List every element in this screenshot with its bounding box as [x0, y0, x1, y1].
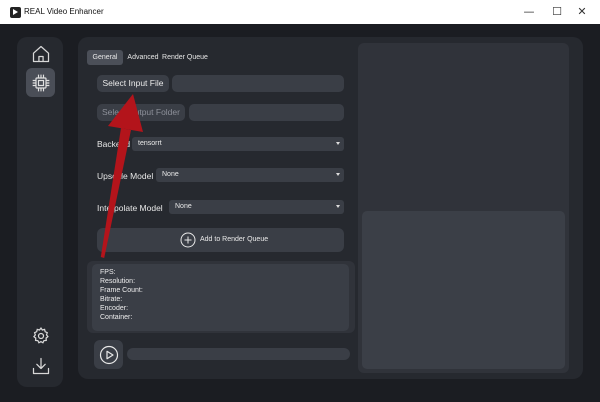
processing-button[interactable] [26, 68, 55, 97]
download-icon [32, 357, 49, 374]
frame-count-info: Frame Count: [100, 287, 143, 294]
bitrate-info: Bitrate: [100, 296, 123, 303]
encoder-info: Encoder: [100, 305, 129, 312]
home-icon [32, 45, 49, 62]
home-button[interactable] [26, 39, 55, 68]
tab-render-queue[interactable]: Render Queue [162, 50, 208, 65]
preview-area [362, 47, 565, 205]
input-file-path-field[interactable] [172, 75, 344, 92]
add-to-render-queue-button[interactable]: Add to Render Queue [97, 228, 344, 252]
minimize-button[interactable]: — [518, 3, 540, 21]
download-button[interactable] [26, 351, 55, 380]
container-info: Container: [100, 314, 133, 321]
start-render-button[interactable] [94, 340, 123, 369]
output-folder-path-field[interactable] [189, 104, 344, 121]
tab-general[interactable]: General [87, 50, 123, 65]
select-output-folder-button[interactable]: Select Output Folder [97, 104, 185, 121]
render-progress-bar [127, 348, 350, 360]
backend-value: tensorrt [138, 140, 162, 147]
select-input-file-button[interactable]: Select Input File [97, 75, 169, 92]
fps-info: FPS: [100, 269, 116, 276]
chevron-down-icon [336, 173, 340, 176]
upscale-model-label: Upscale Model [97, 171, 154, 181]
play-icon [99, 345, 118, 364]
maximize-button[interactable]: ☐ [546, 3, 568, 21]
processor-icon [32, 74, 49, 91]
close-button[interactable]: ✕ [571, 3, 593, 21]
add-to-render-queue-label: Add to Render Queue [200, 236, 269, 243]
upscale-model-select[interactable]: None [156, 168, 344, 182]
window-title: REAL Video Enhancer [24, 7, 104, 16]
chevron-down-icon [336, 205, 340, 208]
settings-button[interactable] [26, 321, 55, 350]
chevron-down-icon [336, 142, 340, 145]
backend-select[interactable]: tensorrt [132, 137, 344, 151]
upscale-model-value: None [162, 171, 179, 178]
app-logo-icon [10, 7, 21, 18]
interpolate-model-value: None [175, 203, 192, 210]
resolution-info: Resolution: [100, 278, 136, 285]
backend-label: Backend [97, 139, 131, 149]
interpolate-model-select[interactable]: None [169, 200, 344, 214]
plus-circle-icon [180, 232, 196, 248]
preview-image [362, 211, 565, 369]
gear-icon [32, 326, 49, 344]
tab-advanced[interactable]: Advanced [126, 50, 160, 65]
interpolate-model-label: Interpolate Model [97, 203, 163, 213]
